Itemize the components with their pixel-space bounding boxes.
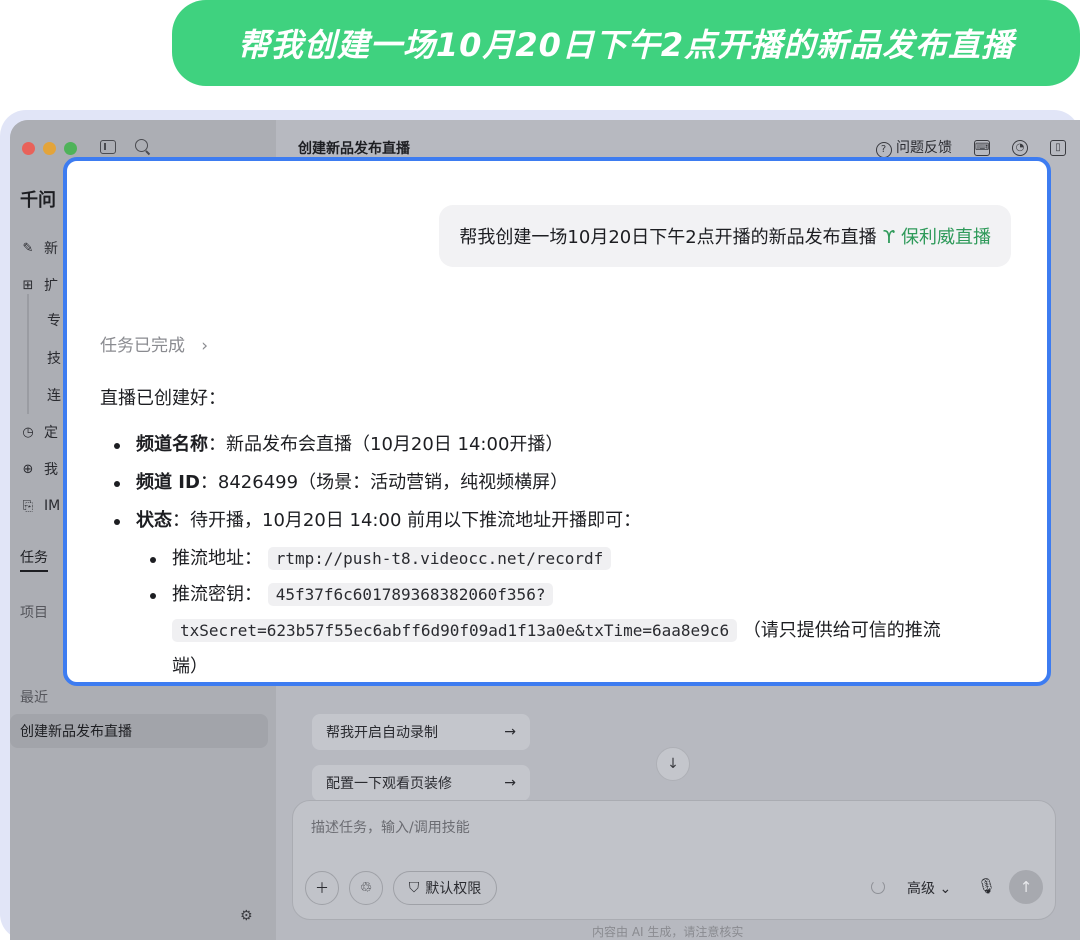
chevron-down-icon: ⌄: [939, 881, 952, 897]
search-icon[interactable]: [135, 139, 148, 152]
user-message-bubble: 帮我创建一场10月20日下午2点开播的新品发布直播 ϒ 保利威直播: [439, 205, 1011, 267]
channel-name-value: ：新品发布会直播（10月20日 14:00开播）: [208, 434, 564, 455]
arrow-up-icon: ↑: [1019, 878, 1033, 896]
push-key-note-cont: 端）: [172, 656, 208, 677]
channel-id-value: ：8426499（场景：活动营销，纯视频横屏）: [199, 472, 569, 493]
arrow-down-icon: ↓: [667, 756, 679, 772]
suggestion-chip[interactable]: 配置一下观看页装修 →: [312, 765, 530, 801]
clock-icon: ◷: [22, 424, 34, 440]
help-icon: ?: [875, 142, 892, 158]
tab-active-indicator: [20, 570, 48, 572]
task-status-label: 任务已完成: [100, 336, 185, 356]
maximize-window-button[interactable]: [64, 142, 77, 155]
panel-toggle-icon[interactable]: ▯: [1050, 139, 1066, 156]
settings-icon[interactable]: ⚙: [240, 908, 253, 924]
advanced-label: 高级: [907, 881, 935, 897]
channel-id-label: 频道 ID: [136, 472, 200, 493]
send-button[interactable]: ↑: [1009, 870, 1043, 904]
add-button[interactable]: ＋: [305, 871, 339, 905]
sidebar-subitem[interactable]: 专: [47, 310, 61, 330]
minimize-window-button[interactable]: [43, 142, 56, 155]
sidebar-item-mine[interactable]: ⊕ 我: [20, 457, 58, 481]
chat-result-popup: 帮我创建一场10月20日下午2点开播的新品发布直播 ϒ 保利威直播 任务已完成 …: [63, 157, 1051, 686]
composer: 描述任务，输入/调用技能 ＋ ♲ ⛉ 默认权限 高级 ⌄ 🎙 ↑: [292, 800, 1056, 920]
sidebar-item-label: 扩: [44, 278, 58, 294]
status-value: ：待开播，10月20日 14:00 前用以下推流地址开播即可：: [172, 510, 642, 531]
keyboard-icon[interactable]: ⌨: [974, 139, 990, 156]
list-item: 推流地址： rtmp://push-t8.videocc.net/recordf: [100, 547, 1030, 583]
scroll-down-button[interactable]: ↓: [656, 747, 690, 781]
arrow-right-icon: →: [504, 775, 516, 791]
plus-icon: ＋: [315, 881, 329, 897]
ai-disclaimer: 内容由 AI 生成，请注意核实: [592, 925, 744, 939]
sidebar-item-new[interactable]: ✎ 新: [20, 236, 58, 260]
sidebar-toggle-icon[interactable]: [100, 140, 116, 154]
shield-icon: ⛉: [408, 880, 420, 896]
list-item: 频道 ID：8426499（场景：活动营销，纯视频横屏）: [100, 471, 1030, 509]
suggestion-label: 帮我开启自动录制: [326, 725, 438, 741]
sidebar-subitem[interactable]: 技: [47, 348, 61, 368]
app-name: 千问: [20, 190, 56, 211]
header-actions: ? 问题反馈 ⌨ ◔ ▯: [875, 137, 1066, 158]
loading-spinner-icon: [871, 880, 885, 894]
skill-icon: ϒ: [882, 227, 896, 248]
sidebar-item-label: 新: [44, 241, 58, 257]
arrow-right-icon: →: [504, 724, 516, 740]
sidebar-tree-line: [27, 294, 29, 414]
im-icon: ⎘: [22, 498, 34, 514]
gauge-icon[interactable]: ◔: [1012, 139, 1028, 156]
push-key-code: 45f37f6c601789368382060f356?: [267, 583, 554, 606]
close-window-button[interactable]: [22, 142, 35, 155]
permission-label: 默认权限: [425, 881, 482, 897]
list-item: 状态：待开播，10月20日 14:00 前用以下推流地址开播即可：: [100, 509, 1030, 547]
push-key-note: （请只提供给可信的推流: [742, 620, 941, 641]
sidebar-item-label: IM: [44, 498, 61, 514]
list-item: 频道名称：新品发布会直播（10月20日 14:00开播）: [100, 433, 1030, 471]
push-key-label: 推流密钥：: [172, 584, 262, 605]
window-controls: [22, 142, 77, 155]
suggestion-label: 配置一下观看页装修: [326, 776, 452, 792]
task-input[interactable]: 描述任务，输入/调用技能: [311, 817, 470, 837]
skill-name: 保利威直播: [901, 227, 991, 248]
recent-task-item[interactable]: 创建新品发布直播: [10, 714, 268, 748]
skills-button[interactable]: ♲: [349, 871, 383, 905]
sidebar-item-scheduled[interactable]: ◷ 定: [20, 420, 58, 444]
page-title: 创建新品发布直播: [298, 141, 410, 157]
skills-icon: ♲: [359, 880, 373, 896]
instruction-banner: 帮我创建一场10月20日下午2点开播的新品发布直播: [172, 0, 1080, 86]
suggestion-chip[interactable]: 帮我开启自动录制 →: [312, 714, 530, 750]
permission-button[interactable]: ⛉ 默认权限: [393, 871, 497, 905]
globe-icon: ⊕: [22, 461, 34, 477]
sidebar-item-label: 我: [44, 462, 58, 478]
sidebar-subitem[interactable]: 连: [47, 385, 61, 405]
list-item: 推流密钥： 45f37f6c601789368382060f356?: [100, 583, 1030, 619]
reply-bullet-list: 频道名称：新品发布会直播（10月20日 14:00开播） 频道 ID：84264…: [100, 433, 1030, 682]
reply-intro: 直播已创建好：: [100, 388, 226, 409]
recent-section-label: 最近: [20, 690, 48, 706]
push-key-code-cont: txSecret=623b57f55ec6abff6d90f09ad1f13a0…: [172, 619, 738, 642]
status-label: 状态: [136, 510, 172, 531]
extensions-icon: ⊞: [22, 277, 34, 293]
banner-text: 帮我创建一场10月20日下午2点开播的新品发布直播: [237, 26, 1015, 64]
feedback-button[interactable]: ? 问题反馈: [875, 137, 952, 158]
chevron-right-icon: ›: [190, 336, 209, 356]
sidebar-item-label: 定: [44, 425, 58, 441]
user-message-text: 帮我创建一场10月20日下午2点开播的新品发布直播: [459, 227, 877, 248]
advanced-dropdown[interactable]: 高级 ⌄: [907, 878, 951, 898]
push-url-code: rtmp://push-t8.videocc.net/recordf: [267, 547, 612, 570]
microphone-icon[interactable]: 🎙: [977, 877, 996, 895]
tab-projects[interactable]: 项目: [20, 602, 48, 622]
tab-tasks[interactable]: 任务: [20, 547, 48, 567]
skill-tag[interactable]: ϒ 保利威直播: [883, 223, 991, 249]
sidebar-item-extensions[interactable]: ⊞ 扩: [20, 273, 58, 297]
edit-icon: ✎: [22, 240, 34, 256]
push-url-label: 推流地址：: [172, 548, 262, 569]
sidebar-item-im[interactable]: ⎘ IM: [20, 494, 60, 518]
channel-name-label: 频道名称: [136, 434, 208, 455]
feedback-label: 问题反馈: [896, 140, 952, 156]
push-key-continuation: txSecret=623b57f55ec6abff6d90f09ad1f13a0…: [100, 619, 1030, 655]
task-status-toggle[interactable]: 任务已完成 ›: [100, 331, 208, 356]
